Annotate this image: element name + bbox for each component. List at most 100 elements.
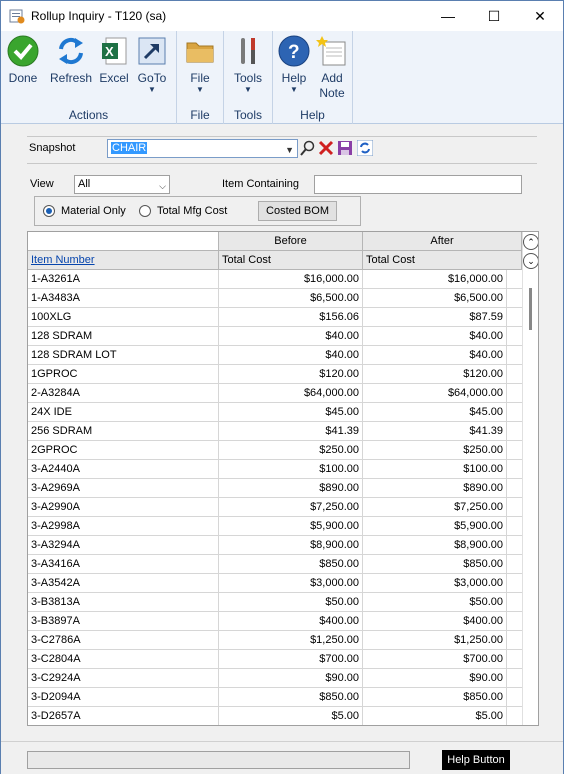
after-header: After [363, 232, 522, 251]
refresh-icon [55, 35, 87, 67]
table-row[interactable]: 3-A3416A $850.00 $850.00 [28, 555, 522, 574]
refresh-small-icon[interactable] [356, 139, 374, 157]
before-total-cost-cell: $90.00 [219, 669, 363, 688]
tools-label: Tools [233, 71, 262, 85]
excel-button[interactable]: X Excel [97, 35, 131, 86]
help-button[interactable]: ? Help ▼ [277, 35, 311, 94]
before-total-cost-cell: $5.00 [219, 707, 363, 725]
before-total-cost-cell: $3,000.00 [219, 574, 363, 593]
table-row[interactable]: 3-C2804A $700.00 $700.00 [28, 650, 522, 669]
table-row[interactable]: 3-A2969A $890.00 $890.00 [28, 479, 522, 498]
after-total-cost-cell: $6,500.00 [363, 289, 507, 308]
before-total-cost-cell: $50.00 [219, 593, 363, 612]
table-row[interactable]: 100XLG $156.06 $87.59 [28, 308, 522, 327]
after-total-cost-cell: $7,250.00 [363, 498, 507, 517]
tools-group-label: Tools [233, 108, 262, 122]
table-row[interactable]: 3-A3294A $8,900.00 $8,900.00 [28, 536, 522, 555]
snapshot-value: CHAIR [111, 142, 148, 154]
done-button[interactable]: Done [5, 35, 41, 86]
table-row[interactable]: 3-C2786A $1,250.00 $1,250.00 [28, 631, 522, 650]
table-row[interactable]: 128 SDRAM $40.00 $40.00 [28, 327, 522, 346]
costed-bom-button[interactable]: Costed BOM [258, 201, 337, 221]
material-only-label: Material Only [61, 205, 126, 217]
item-number-cell: 3-A2990A [28, 498, 219, 517]
before-total-cost-header: Total Cost [219, 251, 363, 270]
item-number-column-header[interactable]: Item Number [28, 251, 219, 270]
refresh-button[interactable]: Refresh [49, 35, 93, 86]
grid-group-header: Before After [28, 232, 522, 251]
table-row[interactable]: 256 SDRAM $41.39 $41.39 [28, 422, 522, 441]
table-row[interactable]: 3-A3542A $3,000.00 $3,000.00 [28, 574, 522, 593]
minimize-button[interactable]: — [425, 1, 471, 31]
before-total-cost-cell: $40.00 [219, 327, 363, 346]
grid-scrollbar[interactable]: ⌃ ⌄ [522, 232, 538, 725]
goto-dropdown-arrow-icon: ▼ [148, 85, 156, 94]
after-total-cost-cell: $8,900.00 [363, 536, 507, 555]
table-row[interactable]: 1-A3483A $6,500.00 $6,500.00 [28, 289, 522, 308]
after-total-cost-cell: $87.59 [363, 308, 507, 327]
table-row[interactable]: 2GPROC $250.00 $250.00 [28, 441, 522, 460]
scrollbar-thumb[interactable] [529, 288, 532, 330]
material-only-radio[interactable] [43, 205, 55, 217]
item-containing-label: Item Containing [222, 178, 300, 190]
table-row[interactable]: 3-D2094A $850.00 $850.00 [28, 688, 522, 707]
table-row[interactable]: 1GPROC $120.00 $120.00 [28, 365, 522, 384]
tools-button[interactable]: Tools ▼ [231, 35, 265, 94]
collapse-up-icon[interactable]: ⌃ [523, 234, 538, 250]
table-row[interactable]: 1-A3261A $16,000.00 $16,000.00 [28, 270, 522, 289]
close-button[interactable]: ✕ [517, 1, 563, 31]
item-containing-input[interactable] [314, 175, 522, 194]
ribbon-group-tools: Tools ▼ Tools [224, 31, 273, 124]
item-number-cell: 2GPROC [28, 441, 219, 460]
item-number-cell: 3-A2998A [28, 517, 219, 536]
goto-arrow-icon [136, 35, 168, 67]
table-row[interactable]: 3-D2657A $5.00 $5.00 [28, 707, 522, 725]
item-number-cell: 3-D2094A [28, 688, 219, 707]
table-row[interactable]: 3-A2990A $7,250.00 $7,250.00 [28, 498, 522, 517]
table-row[interactable]: 128 SDRAM LOT $40.00 $40.00 [28, 346, 522, 365]
save-disk-icon[interactable] [337, 140, 353, 156]
lookup-magnifier-icon[interactable] [300, 140, 316, 156]
help-button-bottom[interactable]: Help Button [442, 750, 510, 770]
view-select[interactable]: All ⌵ [74, 175, 170, 194]
after-total-cost-cell: $5,900.00 [363, 517, 507, 536]
total-mfg-cost-radio[interactable] [139, 205, 151, 217]
item-number-cell: 3-B3813A [28, 593, 219, 612]
item-number-cell: 3-C2786A [28, 631, 219, 650]
file-button[interactable]: File ▼ [183, 35, 217, 94]
table-row[interactable]: 3-A2440A $100.00 $100.00 [28, 460, 522, 479]
after-total-cost-cell: $1,250.00 [363, 631, 507, 650]
table-row[interactable]: 3-C2924A $90.00 $90.00 [28, 669, 522, 688]
tools-dropdown-arrow-icon: ▼ [244, 85, 252, 94]
excel-label: Excel [99, 71, 129, 85]
goto-button[interactable]: GoTo ▼ [135, 35, 169, 94]
table-row[interactable]: 2-A3284A $64,000.00 $64,000.00 [28, 384, 522, 403]
item-number-cell: 3-D2657A [28, 707, 219, 725]
folder-icon [184, 35, 216, 67]
add-note-button[interactable]: Add Note [315, 35, 349, 101]
delete-x-icon[interactable] [318, 140, 334, 156]
total-mfg-cost-label: Total Mfg Cost [157, 205, 228, 217]
after-total-cost-cell: $16,000.00 [363, 270, 507, 289]
item-number-cell: 1-A3483A [28, 289, 219, 308]
expand-down-icon[interactable]: ⌄ [523, 253, 538, 269]
item-number-cell: 3-C2804A [28, 650, 219, 669]
item-number-cell: 3-A3416A [28, 555, 219, 574]
file-label: File [190, 71, 210, 85]
grid-rows: 1-A3261A $16,000.00 $16,000.00 1-A3483A $6,5… [28, 270, 522, 725]
after-total-cost-cell: $850.00 [363, 688, 507, 707]
item-number-cell: 2-A3284A [28, 384, 219, 403]
svg-text:X: X [105, 44, 114, 59]
table-row[interactable]: 3-B3897A $400.00 $400.00 [28, 612, 522, 631]
snapshot-input[interactable]: CHAIR ▼ [107, 139, 298, 158]
before-total-cost-cell: $6,500.00 [219, 289, 363, 308]
item-number-cell: 3-B3897A [28, 612, 219, 631]
maximize-button[interactable]: ☐ [471, 1, 517, 31]
item-number-cell: 1-A3261A [28, 270, 219, 289]
table-row[interactable]: 3-B3813A $50.00 $50.00 [28, 593, 522, 612]
help-group-label: Help [300, 108, 325, 122]
item-number-cell: 3-A2969A [28, 479, 219, 498]
table-row[interactable]: 3-A2998A $5,900.00 $5,900.00 [28, 517, 522, 536]
table-row[interactable]: 24X IDE $45.00 $45.00 [28, 403, 522, 422]
snapshot-dropdown-arrow-icon[interactable]: ▼ [285, 142, 294, 158]
